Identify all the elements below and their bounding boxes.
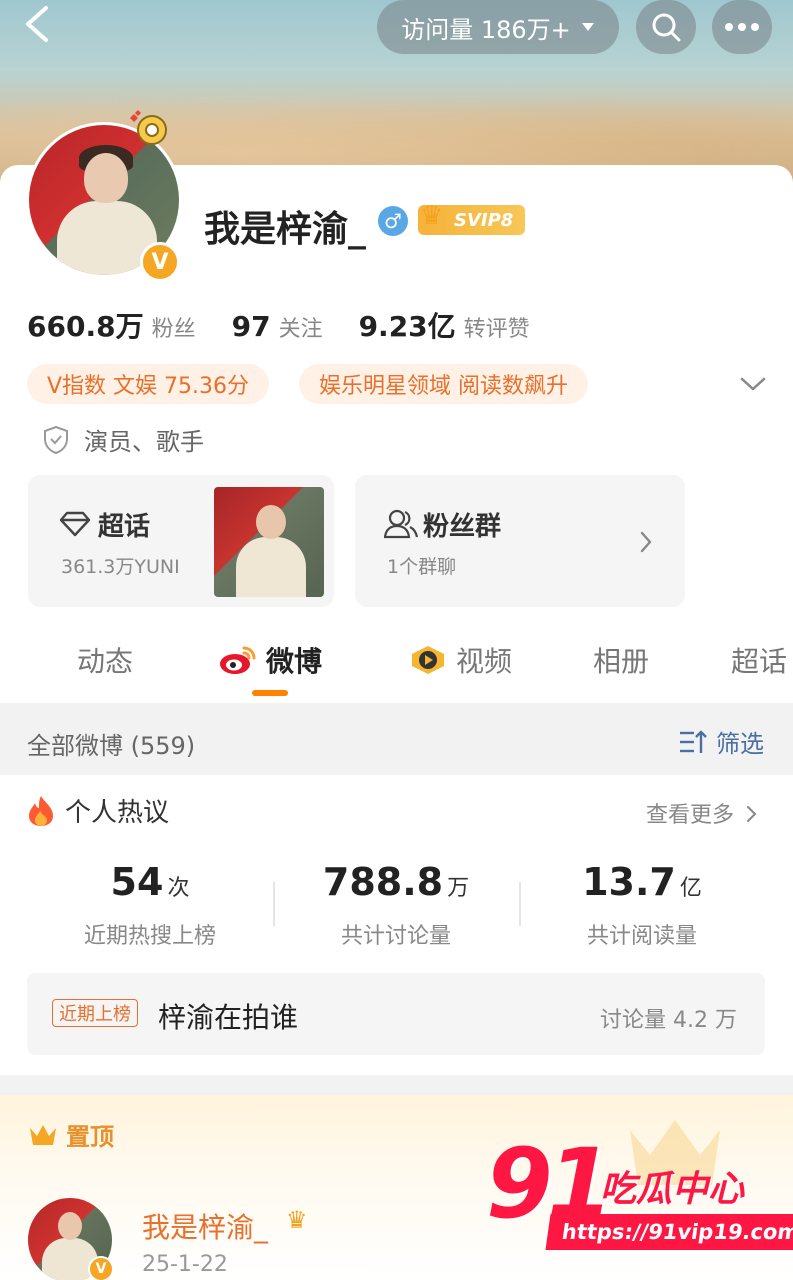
profile-stats: 660.8万 粉丝 97 关注 9.23亿 转评赞 [27,305,530,345]
crown-icon [30,1124,56,1145]
watermark-logo-text: 吃瓜中心 [600,1169,745,1210]
chevron-right-icon [640,531,652,553]
hot-title-text: 个人热议 [65,798,170,828]
visits-dropdown[interactable]: 访问量 186万+ [377,0,619,54]
group-icon [384,509,418,539]
male-icon: ♂ [378,206,408,236]
trend-badge: 近期上榜 [52,999,138,1027]
super-topic-count: 361.3万YUNI [61,556,180,578]
svip-badge[interactable]: ♛ SVIP8 [418,201,526,235]
chevron-right-icon [747,806,757,822]
svip-label: SVIP8 [454,209,514,231]
profile-name: 我是梓渝_ [204,209,367,250]
fan-group-card[interactable] [355,475,685,607]
filter-icon [680,729,707,753]
stat-value: 660.8万 [27,310,144,343]
stat-following[interactable]: 97 关注 [232,310,323,343]
more-dots-icon [725,23,759,31]
fan-group-count: 1个群聊 [387,556,457,578]
video-icon [412,646,444,674]
stat-value: 97 [231,310,271,343]
active-tab-indicator [252,690,288,696]
verified-badge: V [88,1256,114,1280]
tab-super-topic[interactable]: 超话 [731,640,787,680]
verified-badge: V [140,242,180,282]
weibo-logo-icon [220,646,256,674]
pinned-label-text: 置顶 [66,1123,114,1151]
more-button[interactable] [712,0,772,54]
stat-value: 9.23亿 [358,310,456,343]
domain-tag[interactable]: 娱乐明星领域 阅读数飙升 [299,364,588,404]
stat-interactions[interactable]: 9.23亿 转评赞 [359,305,530,345]
stat-label: 转评赞 [463,317,530,342]
search-icon [652,13,681,42]
avatar-decoration-icon [130,110,167,145]
pinned-label: 置顶 [28,1117,114,1152]
tab-label: 微博 [266,645,323,678]
tab-label: 超话 [731,645,788,678]
search-button[interactable] [636,0,696,54]
diamond-icon [59,511,91,537]
filter-button[interactable]: 筛选 [678,724,764,759]
metric-value: 788.8 [322,860,444,904]
filter-label: 筛选 [716,730,764,758]
super-topic-title: 超话 [98,512,151,542]
metric-value: 13.7 [582,860,676,904]
expand-chevron-icon[interactable] [738,372,768,396]
divider [519,882,521,926]
tab-album[interactable]: 相册 [593,640,649,680]
metric-label: 近期热搜上榜 [83,924,216,949]
svip-crown-icon: ♛ [286,1206,308,1234]
metric-unit: 亿 [679,876,702,901]
metric-reads: 13.7 亿 共计阅读量 [522,860,762,950]
metric-label: 共计阅读量 [586,924,697,949]
trend-title: 梓渝在拍谁 [158,1001,299,1034]
metric-discussions: 788.8 万 共计讨论量 [276,860,516,950]
tab-weibo[interactable]: 微博 [218,640,322,680]
flame-icon [29,795,53,826]
post-author-name[interactable]: 我是梓渝_ [142,1206,268,1246]
divider [273,882,275,926]
metric-value: 54 [110,860,164,904]
metric-hot-search: 54 次 近期热搜上榜 [30,860,270,950]
identity-row: 演员、歌手 [42,422,204,457]
tab-label: 视频 [456,645,513,678]
tab-label: 相册 [593,645,650,678]
crown-icon: ♛ [420,201,444,231]
back-button[interactable] [18,2,58,46]
chevron-left-icon [26,6,48,42]
stat-followers[interactable]: 660.8万 粉丝 [27,305,196,345]
metric-unit: 万 [447,876,470,901]
caret-down-icon [581,23,594,31]
visits-label: 访问量 186万+ [401,15,571,44]
tab-video[interactable]: 视频 [408,640,512,680]
metric-label: 共计讨论量 [340,924,451,949]
identity-text: 演员、歌手 [84,428,204,456]
tab-dynamic[interactable]: 动态 [77,640,133,680]
shield-icon [44,425,68,454]
fan-group-title: 粉丝群 [423,512,502,542]
trend-count: 讨论量 4.2 万 [600,1008,737,1033]
see-more-link[interactable]: 查看更多 [646,797,759,829]
hot-section-title: 个人热议 [27,792,169,829]
tab-label: 动态 [77,645,134,678]
see-more-text: 查看更多 [646,803,735,828]
v-index-tag[interactable]: V指数 文娱 75.36分 [27,364,270,404]
section-gap [0,1075,793,1095]
watermark-url: https://91vip19.com [545,1214,793,1250]
post-count: 全部微博 (559) [27,732,196,760]
stat-label: 关注 [278,317,323,342]
metric-unit: 次 [167,876,190,901]
post-date: 25-1-22 [142,1252,228,1277]
super-topic-photo [214,487,324,597]
stat-label: 粉丝 [151,317,196,342]
